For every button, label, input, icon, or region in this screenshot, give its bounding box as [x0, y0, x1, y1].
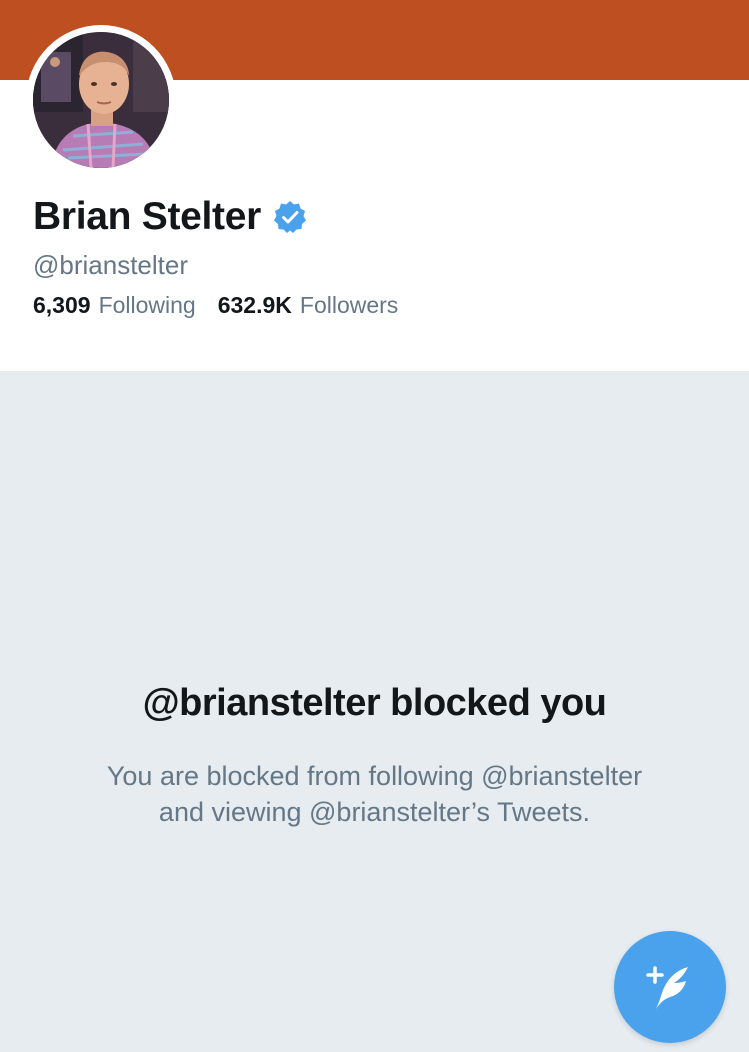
profile-stats: 6,309 Following 632.9K Followers	[33, 292, 398, 319]
compose-tweet-button[interactable]	[614, 931, 726, 1043]
name-row: Brian Stelter	[33, 193, 307, 241]
profile-handle: @brianstelter	[33, 250, 189, 280]
display-name: Brian Stelter	[33, 195, 262, 238]
blocked-description-line-1: You are blocked from following @brianste…	[106, 761, 643, 791]
following-label: Following	[98, 292, 196, 318]
avatar-image	[33, 32, 169, 168]
blocked-title: @brianstelter blocked you	[142, 682, 607, 724]
followers-link[interactable]: 632.9K Followers	[218, 292, 399, 319]
followers-label: Followers	[299, 292, 399, 318]
avatar[interactable]	[33, 32, 169, 168]
following-count: 6,309	[33, 292, 91, 318]
compose-tweet-icon	[646, 966, 688, 1009]
following-link[interactable]: 6,309 Following	[33, 292, 196, 319]
verified-badge-icon	[273, 200, 307, 234]
blocked-description-line-2: and viewing @brianstelter’s Tweets.	[158, 797, 591, 827]
blocked-description: You are blocked from following @brianste…	[0, 758, 749, 830]
followers-count: 632.9K	[217, 292, 292, 318]
